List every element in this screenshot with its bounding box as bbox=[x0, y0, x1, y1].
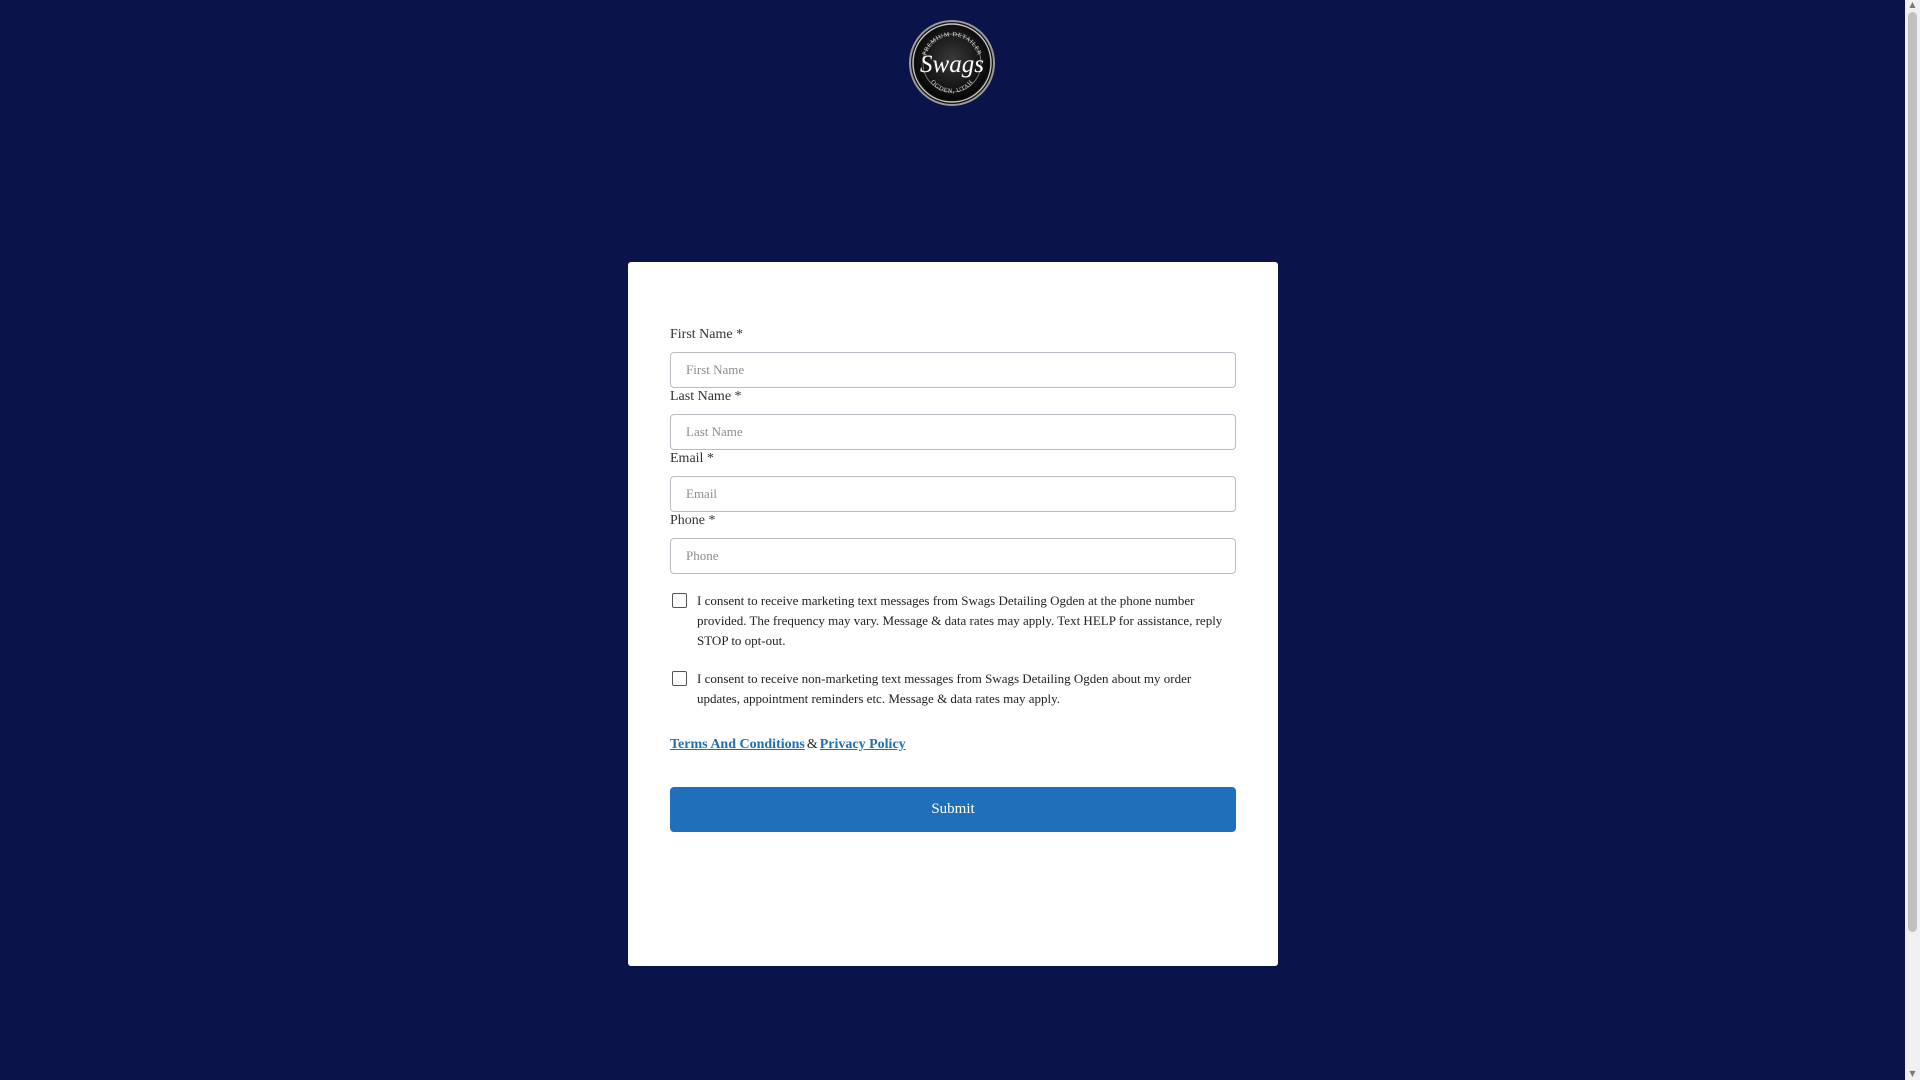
phone-input[interactable] bbox=[670, 538, 1236, 574]
last-name-input[interactable] bbox=[670, 414, 1236, 450]
scroll-up-icon[interactable]: ▲ bbox=[1908, 0, 1917, 9]
marketing-consent: I consent to receive marketing text mess… bbox=[670, 591, 1236, 651]
submit-button[interactable]: Submit bbox=[670, 787, 1236, 832]
privacy-link[interactable]: Privacy Policy bbox=[820, 737, 906, 752]
email-group: Email * bbox=[670, 450, 1236, 512]
first-name-label: First Name * bbox=[670, 327, 744, 342]
marketing-consent-checkbox[interactable] bbox=[672, 593, 687, 608]
email-input[interactable] bbox=[670, 476, 1236, 512]
marketing-consent-text: I consent to receive marketing text mess… bbox=[697, 593, 1223, 648]
logo-wordmark: Swags bbox=[920, 51, 984, 78]
first-name-group: First Name * bbox=[670, 326, 1236, 388]
phone-label: Phone * bbox=[670, 513, 716, 528]
phone-group: Phone * bbox=[670, 512, 1236, 574]
nonmarketing-consent: I consent to receive non-marketing text … bbox=[670, 669, 1236, 709]
legal-links: Terms And Conditions & Privacy Policy bbox=[670, 737, 1236, 753]
nonmarketing-consent-text: I consent to receive non-marketing text … bbox=[697, 671, 1192, 706]
terms-link[interactable]: Terms And Conditions bbox=[670, 737, 805, 752]
ampersand: & bbox=[806, 737, 818, 752]
logo-badge-icon: PREMIUM DETAILER OGDEN, UTAH Swags bbox=[909, 20, 995, 106]
last-name-label: Last Name * bbox=[670, 389, 742, 404]
nonmarketing-consent-checkbox[interactable] bbox=[672, 671, 687, 686]
page: PREMIUM DETAILER OGDEN, UTAH Swags First… bbox=[0, 0, 1920, 1080]
scroll-down-icon[interactable]: ▼ bbox=[1908, 1069, 1917, 1078]
email-label: Email * bbox=[670, 451, 714, 466]
swags-logo: PREMIUM DETAILER OGDEN, UTAH Swags bbox=[908, 19, 996, 107]
signup-form-card: First Name * Last Name * Email * Phone *… bbox=[628, 262, 1278, 966]
scrollbar-thumb[interactable] bbox=[1908, 12, 1917, 932]
first-name-input[interactable] bbox=[670, 352, 1236, 388]
last-name-group: Last Name * bbox=[670, 388, 1236, 450]
